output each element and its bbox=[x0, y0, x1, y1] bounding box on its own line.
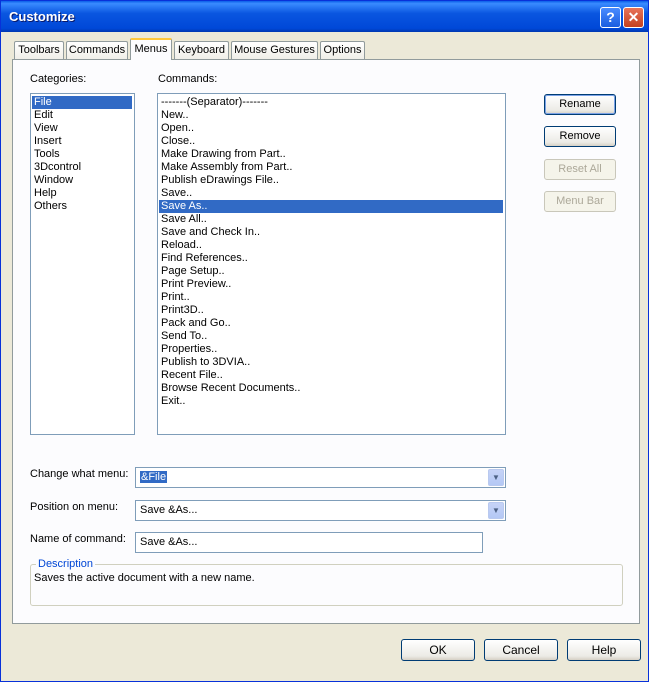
tab-label: Mouse Gestures bbox=[234, 44, 315, 56]
category-item[interactable]: Insert bbox=[32, 135, 132, 148]
command-item[interactable]: Pack and Go.. bbox=[159, 317, 503, 330]
customize-dialog: Customize ? ✕ Toolbars Commands Menus Ke… bbox=[0, 0, 649, 682]
category-item[interactable]: View bbox=[32, 122, 132, 135]
category-item[interactable]: 3Dcontrol bbox=[32, 161, 132, 174]
description-group bbox=[30, 564, 623, 606]
rename-label: Rename bbox=[559, 98, 601, 110]
reset-all-label: Reset All bbox=[558, 163, 602, 175]
tab-label: Keyboard bbox=[177, 44, 226, 56]
name-value: Save &As... bbox=[140, 536, 198, 548]
command-item[interactable]: Send To.. bbox=[159, 330, 503, 343]
chevron-down-icon[interactable]: ▼ bbox=[488, 502, 504, 519]
command-item[interactable]: Publish eDrawings File.. bbox=[159, 174, 503, 187]
command-item[interactable]: Make Drawing from Part.. bbox=[159, 148, 503, 161]
reset-all-button[interactable]: Reset All bbox=[544, 159, 616, 180]
command-item[interactable]: Exit.. bbox=[159, 395, 503, 408]
categories-label: Categories: bbox=[30, 73, 87, 85]
remove-label: Remove bbox=[559, 130, 601, 142]
command-item[interactable]: Save and Check In.. bbox=[159, 226, 503, 239]
tab-toolbars[interactable]: Toolbars bbox=[14, 41, 64, 59]
help-label: Help bbox=[591, 643, 617, 657]
command-item[interactable]: Close.. bbox=[159, 135, 503, 148]
command-item[interactable]: Page Setup.. bbox=[159, 265, 503, 278]
cancel-button[interactable]: Cancel bbox=[484, 639, 558, 661]
window-title: Customize bbox=[9, 9, 75, 24]
tab-commands[interactable]: Commands bbox=[66, 41, 128, 59]
command-item[interactable]: Print Preview.. bbox=[159, 278, 503, 291]
name-input[interactable]: Save &As... bbox=[135, 532, 483, 553]
close-icon: ✕ bbox=[627, 9, 640, 25]
change-menu-combo[interactable]: &File ▼ bbox=[135, 467, 506, 488]
tab-options[interactable]: Options bbox=[320, 41, 365, 59]
command-item[interactable]: Recent File.. bbox=[159, 369, 503, 382]
command-item[interactable]: Print3D.. bbox=[159, 304, 503, 317]
menu-bar-button[interactable]: Menu Bar bbox=[544, 191, 616, 212]
tab-label: Menus bbox=[134, 43, 168, 55]
change-menu-label: Change what menu: bbox=[30, 468, 129, 480]
command-item[interactable]: Reload.. bbox=[159, 239, 503, 252]
tab-label: Commands bbox=[68, 44, 126, 56]
cancel-label: Cancel bbox=[502, 643, 540, 657]
command-item[interactable]: -------(Separator)------- bbox=[159, 96, 503, 109]
command-item[interactable]: Open.. bbox=[159, 122, 503, 135]
description-text: Saves the active document with a new nam… bbox=[34, 572, 255, 584]
command-item[interactable]: Publish to 3DVIA.. bbox=[159, 356, 503, 369]
category-item[interactable]: File bbox=[32, 96, 132, 109]
category-item[interactable]: Window bbox=[32, 174, 132, 187]
command-item[interactable]: Save.. bbox=[159, 187, 503, 200]
help-title-button[interactable]: ? bbox=[600, 7, 621, 28]
remove-button[interactable]: Remove bbox=[544, 126, 616, 147]
tab-label: Toolbars bbox=[18, 44, 60, 56]
commands-list[interactable]: -------(Separator)------- New.. Open.. Clos… bbox=[157, 93, 506, 435]
tab-label: Options bbox=[323, 44, 362, 56]
position-label: Position on menu: bbox=[30, 501, 119, 513]
description-legend: Description bbox=[36, 558, 96, 570]
menu-bar-label: Menu Bar bbox=[556, 195, 604, 207]
tab-menus[interactable]: Menus bbox=[130, 38, 172, 60]
command-item[interactable]: New.. bbox=[159, 109, 503, 122]
category-item[interactable]: Edit bbox=[32, 109, 132, 122]
title-bar[interactable]: Customize ? ✕ bbox=[1, 1, 648, 32]
name-label: Name of command: bbox=[30, 533, 126, 545]
category-item[interactable]: Help bbox=[32, 187, 132, 200]
command-item[interactable]: Properties.. bbox=[159, 343, 503, 356]
commands-label: Commands: bbox=[158, 73, 218, 85]
position-value: Save &As... bbox=[140, 504, 198, 516]
question-icon: ? bbox=[606, 9, 615, 25]
command-item[interactable]: Find References.. bbox=[159, 252, 503, 265]
command-item[interactable]: Save All.. bbox=[159, 213, 503, 226]
chevron-down-icon[interactable]: ▼ bbox=[488, 469, 504, 486]
command-item[interactable]: Make Assembly from Part.. bbox=[159, 161, 503, 174]
command-item[interactable]: Print.. bbox=[159, 291, 503, 304]
tab-keyboard[interactable]: Keyboard bbox=[174, 41, 229, 59]
rename-button[interactable]: Rename bbox=[544, 94, 616, 115]
help-button[interactable]: Help bbox=[567, 639, 641, 661]
ok-label: OK bbox=[429, 643, 447, 657]
close-button[interactable]: ✕ bbox=[623, 7, 644, 28]
change-menu-value: &File bbox=[140, 471, 168, 483]
category-item[interactable]: Others bbox=[32, 200, 132, 213]
category-item[interactable]: Tools bbox=[32, 148, 132, 161]
position-combo[interactable]: Save &As... ▼ bbox=[135, 500, 506, 521]
tab-mouse-gestures[interactable]: Mouse Gestures bbox=[231, 41, 318, 59]
command-item[interactable]: Browse Recent Documents.. bbox=[159, 382, 503, 395]
command-item[interactable]: Save As.. bbox=[159, 200, 503, 213]
categories-list[interactable]: File Edit View Insert Tools 3Dcontrol Window He… bbox=[30, 93, 135, 435]
ok-button[interactable]: OK bbox=[401, 639, 475, 661]
